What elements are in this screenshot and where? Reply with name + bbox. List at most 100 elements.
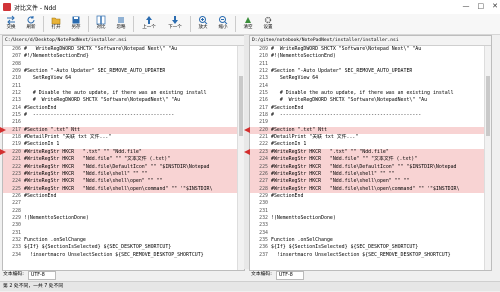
code-line[interactable]: 231 — [3, 230, 244, 237]
code-line[interactable]: 207 #!/NementtoSectionEnd} — [3, 53, 244, 60]
code-line[interactable]: 233 ${If} ${SectionIsSelected} ${SEC_DESK… — [3, 244, 244, 251]
code-line[interactable]: 220 #WriteRegStr HKCR ".txt" "" "Ndd.file… — [3, 148, 244, 157]
status-bar: 第 2 处不同，一共 7 处不同 — [0, 281, 500, 291]
toolbar-button-1[interactable]: 刷新 — [22, 14, 40, 34]
diff-marker-arrow-icon[interactable] — [0, 126, 6, 133]
close-icon[interactable]: ✕ — [492, 2, 498, 10]
toolbar-button-7[interactable]: 下一个 — [163, 14, 187, 34]
code-line[interactable]: 222 #WriteRegStr HKCR "Ndd.file\DefaultIc… — [3, 163, 244, 171]
code-line[interactable]: 224 #WriteRegStr HKCR "Ndd.file" "" "文本文件… — [250, 156, 491, 164]
code-line[interactable]: 219 — [250, 119, 491, 126]
left-pane[interactable]: C:/Users/d/Desktop/NotePadNext/installer… — [2, 35, 245, 271]
line-text: #WriteRegStr HKCR "Ndd.file\DefaultIcon"… — [24, 163, 210, 170]
toolbar-button-3[interactable]: 另存 — [67, 14, 85, 34]
line-text: Function .onSelChange — [24, 236, 86, 243]
code-line[interactable]: 217 #Section ".txt" Ntt — [3, 126, 244, 135]
code-line[interactable]: 230 — [250, 200, 491, 207]
toolbar-button-4[interactable]: 对比 — [92, 14, 110, 34]
left-code-lines[interactable]: 206 # WriteRegDWORD SHCTX "Software\Notep… — [3, 46, 244, 259]
code-line[interactable]: 216 # WriteRegDWORD SHCTX "Software\Note… — [250, 97, 491, 104]
code-line[interactable]: 211 — [3, 83, 244, 90]
code-line[interactable]: 224 #WriteRegStr HKCR "Ndd.file\shell\ope… — [3, 178, 244, 186]
line-number: 219 — [12, 141, 21, 148]
code-line[interactable]: 227 — [3, 200, 244, 207]
diff-marker-arrow-icon[interactable] — [244, 126, 250, 133]
code-line[interactable]: 218 # -----------------------------------… — [250, 112, 491, 119]
diff-marker-arrow-icon[interactable] — [244, 148, 250, 155]
left-scrollbar[interactable] — [237, 46, 244, 270]
line-number: 232 — [259, 214, 268, 221]
code-line[interactable]: 211 — [250, 61, 491, 68]
code-line[interactable]: 206 # WriteRegDWORD SHCTX "Software\Notep… — [3, 46, 244, 53]
code-line[interactable]: 234 !insertmacro UnselectSection ${SEC_R… — [3, 252, 244, 259]
code-line[interactable]: 222 #SectionIn 1 — [250, 141, 491, 148]
code-line[interactable]: 226 #SectionEnd — [3, 193, 244, 200]
code-line[interactable]: 227 #WriteRegStr HKCR "Ndd.file\shell\ope… — [250, 178, 491, 186]
code-line[interactable]: 231 — [250, 208, 491, 215]
code-line[interactable]: 221 #DetailPrint "关联 txt 文件..." — [250, 134, 491, 141]
code-line[interactable]: 232 Function .onSelChange — [3, 237, 244, 244]
code-line[interactable]: 237 !insertmacro UnselectSection ${SEC_R… — [250, 252, 491, 259]
code-line[interactable]: 215 # -----------------------------------… — [3, 112, 244, 119]
line-text: #SectionEnd — [271, 104, 304, 111]
left-encoding-select[interactable]: UTF-8 — [27, 271, 56, 280]
right-scrollbar[interactable] — [484, 46, 491, 270]
code-line[interactable]: 234 — [250, 230, 491, 237]
code-line[interactable]: 232 !(NementtoSectionDone) — [250, 215, 491, 222]
right-encoding-select[interactable]: UTF-8 — [275, 271, 304, 280]
code-line[interactable]: 216 — [3, 119, 244, 126]
toolbar-button-9[interactable]: 缩小 — [214, 14, 232, 34]
code-line[interactable]: 218 #DetailPrint "关联 txt 文件..." — [3, 134, 244, 141]
code-line[interactable]: 208 — [3, 61, 244, 68]
right-scroll-thumb[interactable] — [486, 76, 490, 136]
open-icon — [51, 17, 61, 25]
code-line[interactable]: 217 #SectionEnd — [250, 105, 491, 112]
code-line[interactable]: 221 #WriteRegStr HKCR "Ndd.file" "" "文本文件… — [3, 156, 244, 164]
code-line[interactable]: 212 # Disable the auto update, if there … — [3, 90, 244, 97]
right-pane[interactable]: D:/gitee/notebook/NotePadNext/installer/… — [249, 35, 492, 271]
code-line[interactable]: 226 #WriteRegStr HKCR "Ndd.file\shell" ""… — [250, 170, 491, 179]
code-line[interactable]: 214 — [250, 83, 491, 90]
line-number: 225 — [12, 185, 21, 192]
code-line[interactable]: 210 #!(NementtoSectionEnd) — [250, 53, 491, 60]
code-line[interactable]: 209 #Section "-Auto Updater" SEC_REMOVE_A… — [3, 68, 244, 75]
code-line[interactable]: 233 — [250, 222, 491, 229]
left-scroll-thumb[interactable] — [239, 76, 243, 136]
code-line[interactable]: 228 — [3, 208, 244, 215]
code-line[interactable]: 228 #WriteRegStr HKCR "Ndd.file\shell\ope… — [250, 185, 491, 193]
right-code-lines[interactable]: 209 # WriteRegDWORD SHCTX "Software\Notep… — [250, 46, 491, 259]
code-line[interactable]: 213 # WriteRegDWORD SHCTX "Software\Note… — [3, 97, 244, 104]
code-line[interactable]: 230 — [3, 222, 244, 229]
code-line[interactable]: 236 ${If} ${SectionIsSelected} ${SEC_DESK… — [250, 244, 491, 251]
toolbar-button-6[interactable]: 上一个 — [137, 14, 161, 34]
toolbar-button-11[interactable]: 设置 — [259, 14, 277, 34]
code-line[interactable]: 225 #WriteRegStr HKCR "Ndd.file\shell\ope… — [3, 185, 244, 193]
line-number: 219 — [259, 119, 268, 126]
toolbar-button-8[interactable]: 放大 — [194, 14, 212, 34]
line-text: #SectionIn 1 — [24, 141, 60, 148]
line-number: 233 — [12, 244, 21, 251]
maximize-icon[interactable]: □ — [478, 2, 485, 10]
code-line[interactable]: 219 #SectionIn 1 — [3, 141, 244, 148]
code-line[interactable]: 229 #SectionEnd — [250, 193, 491, 200]
code-line[interactable]: 223 #WriteRegStr HKCR "Ndd.file\shell" ""… — [3, 170, 244, 179]
line-text: Function .onSelChange — [271, 236, 333, 243]
code-line[interactable]: 225 #WriteRegStr HKCR "Ndd.file\DefaultIc… — [250, 163, 491, 171]
code-line[interactable]: 214 #SectionEnd — [3, 105, 244, 112]
toolbar-button-2[interactable]: 打开 — [47, 14, 65, 34]
toolbar-button-label: 缩小 — [218, 25, 228, 30]
diff-marker-arrow-icon[interactable] — [0, 148, 6, 155]
toolbar-button-5[interactable]: 忽略 — [112, 14, 130, 34]
code-line[interactable]: 220 #Section ".txt" Ntt — [250, 126, 491, 135]
code-line[interactable]: 229 !(NementtoSectionDone) — [3, 215, 244, 222]
minimize-icon[interactable]: — — [463, 2, 470, 10]
toolbar-button-10[interactable]: 清空 — [239, 14, 257, 34]
code-line[interactable]: 215 # Disable the auto update, if there … — [250, 90, 491, 97]
code-line[interactable]: 210 SetRegView 64 — [3, 75, 244, 82]
code-line[interactable]: 223 #WriteRegStr HKCR ".txt" "" "Ndd.file… — [250, 148, 491, 157]
code-line[interactable]: 209 # WriteRegDWORD SHCTX "Software\Notep… — [250, 46, 491, 53]
code-line[interactable]: 235 Function .onSelChange — [250, 237, 491, 244]
code-line[interactable]: 212 #Section "-Auto Updater" SEC_REMOVE_A… — [250, 68, 491, 75]
toolbar-button-0[interactable]: 交换 — [2, 14, 20, 34]
code-line[interactable]: 213 SetRegView 64 — [250, 75, 491, 82]
